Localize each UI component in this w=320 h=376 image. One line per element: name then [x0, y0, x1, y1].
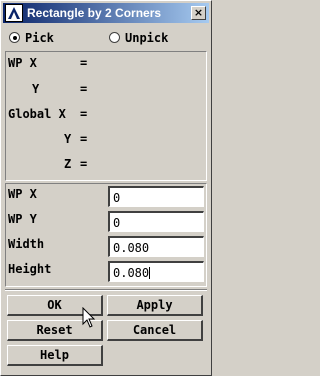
- wp-x-value: 0: [113, 191, 121, 205]
- width-field[interactable]: 0.080: [108, 236, 204, 257]
- wp-y-field[interactable]: 0: [108, 211, 204, 232]
- ansys-logo-icon: [5, 4, 23, 22]
- input-fields-panel: WP X 0 WP Y 0 Width 0.080 Height 0.080: [5, 183, 207, 287]
- dialog-window: Rectangle by 2 Corners × Pick Unpick WP …: [0, 0, 212, 376]
- radio-checked-icon: [9, 32, 20, 43]
- wp-x-field[interactable]: 0: [108, 186, 204, 207]
- readout-equals: =: [80, 82, 88, 96]
- close-button[interactable]: ×: [191, 6, 206, 20]
- apply-button[interactable]: Apply: [107, 295, 203, 316]
- width-value: 0.080: [113, 241, 150, 255]
- height-value: 0.080: [113, 266, 150, 280]
- help-button[interactable]: Help: [7, 345, 103, 366]
- wp-y-value: 0: [113, 216, 121, 230]
- readout-equals: =: [80, 56, 88, 70]
- title-bar[interactable]: Rectangle by 2 Corners ×: [3, 3, 209, 23]
- mouse-pointer-icon: [82, 307, 96, 328]
- pick-radio[interactable]: Pick: [9, 29, 99, 47]
- pick-radio-label: Pick: [25, 31, 54, 45]
- readout-label-global-x: Global X: [8, 107, 66, 121]
- readout-equals: =: [80, 107, 88, 121]
- pick-mode-group: Pick Unpick: [9, 29, 205, 49]
- cancel-button[interactable]: Cancel: [107, 320, 203, 341]
- unpick-radio[interactable]: Unpick: [109, 29, 199, 47]
- readout-label-global-z: Z: [64, 157, 72, 171]
- radio-unchecked-icon: [109, 32, 120, 43]
- readout-equals: =: [80, 132, 88, 146]
- button-separator: [5, 289, 207, 291]
- window-title: Rectangle by 2 Corners: [27, 6, 162, 20]
- readout-label-wp-y: Y: [32, 82, 40, 96]
- wp-y-label: WP Y: [8, 212, 37, 226]
- unpick-radio-label: Unpick: [125, 31, 169, 45]
- readout-label-global-y: Y: [64, 132, 72, 146]
- coordinate-readout-panel: WP X = Y = Global X = Y = Z =: [5, 51, 207, 181]
- wp-x-label: WP X: [8, 187, 37, 201]
- readout-equals: =: [80, 157, 88, 171]
- width-label: Width: [8, 237, 45, 251]
- height-field[interactable]: 0.080: [108, 261, 204, 282]
- readout-label-wp-x: WP X: [8, 56, 37, 70]
- height-label: Height: [8, 262, 52, 276]
- text-caret: [149, 267, 151, 279]
